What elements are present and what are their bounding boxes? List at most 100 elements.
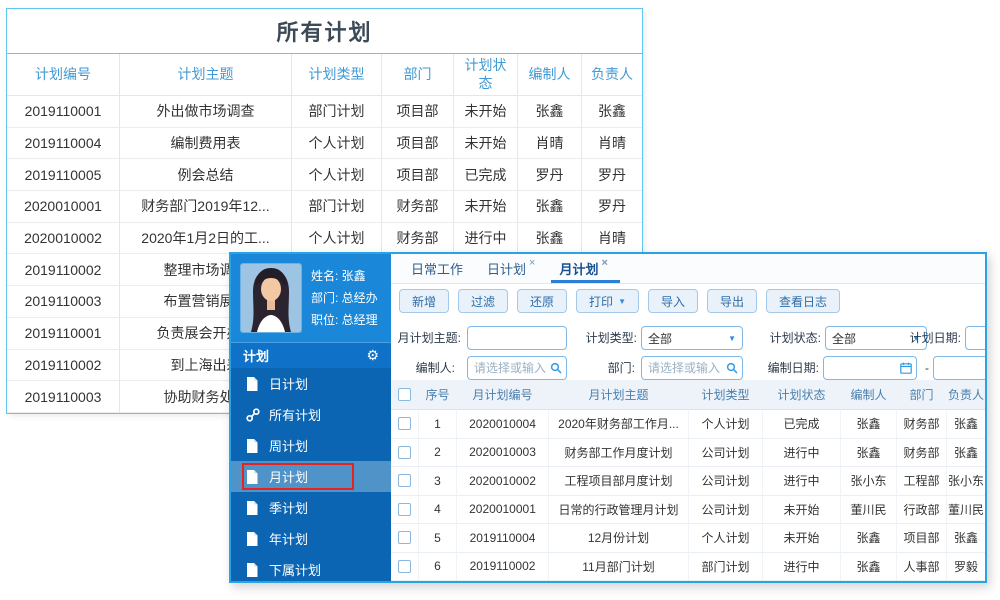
table-row[interactable]: 5 2019110004 12月份计划 个人计划 未开始 张鑫 项目部 张鑫: [391, 524, 985, 553]
tab-daily-work[interactable]: 日常工作: [401, 254, 477, 283]
table-row[interactable]: 3 2020010002 工程项目部月度计划 公司计划 进行中 张小东 工程部 …: [391, 467, 985, 496]
table-row[interactable]: 2019110004 编制费用表 个人计划 项目部 未开始 肖晴 肖晴: [7, 127, 642, 160]
sidebar-item-all-plans[interactable]: 所有计划: [231, 399, 391, 430]
tab-daily-plan[interactable]: 日计划: [477, 254, 549, 283]
plan-date-filter-label: 计划日期:: [909, 331, 961, 345]
row-checkbox[interactable]: [398, 474, 411, 488]
column-header: 序号: [419, 380, 457, 410]
profile-name: 姓名: 张鑫: [311, 269, 366, 283]
person-link[interactable]: 张小东: [947, 467, 985, 496]
main-panel: 日常工作 日计划 月计划 新增 过滤 还原 打印 导入 导出 查看日志: [391, 254, 985, 581]
table-row[interactable]: 1 2020010004 2020年财务部工作月... 个人计划 已完成 张鑫 …: [391, 410, 985, 439]
column-header: 负责人: [947, 380, 985, 410]
file-icon: [246, 500, 260, 515]
search-icon[interactable]: [550, 362, 562, 374]
plan-subject-link[interactable]: 财务部工作月度计划: [549, 438, 689, 467]
reset-button[interactable]: 还原: [517, 289, 568, 313]
sidebar-item-daily-plan[interactable]: 日计划: [231, 368, 391, 399]
subject-filter-input[interactable]: [467, 326, 567, 350]
row-checkbox[interactable]: [398, 502, 411, 516]
dept-filter-label: 部门:: [607, 361, 635, 375]
sidebar-item-monthly-plan[interactable]: 月计划: [231, 461, 391, 492]
plan-date-filter-input[interactable]: [965, 326, 985, 350]
plan-subject-link[interactable]: 2020年财务部工作月...: [549, 410, 689, 439]
row-checkbox[interactable]: [398, 417, 411, 431]
person-link[interactable]: 张鑫: [841, 524, 897, 553]
search-icon[interactable]: [726, 362, 738, 374]
table-row[interactable]: 6 2019110002 11月部门计划 部门计划 进行中 张鑫 人事部 罗毅: [391, 552, 985, 581]
created-date-from-input[interactable]: [823, 356, 917, 380]
plan-subject-link[interactable]: 11月部门计划: [549, 552, 689, 581]
close-icon[interactable]: [601, 257, 607, 269]
person-link[interactable]: 罗毅: [947, 553, 985, 581]
person-link[interactable]: 张鑫: [947, 524, 985, 553]
sidebar-item-yearly-plan[interactable]: 年计划: [231, 523, 391, 554]
status-filter-label: 计划状态:: [769, 331, 821, 345]
calendar-icon[interactable]: [900, 362, 912, 374]
close-icon[interactable]: [529, 257, 535, 269]
person-link[interactable]: 张鑫: [841, 410, 897, 439]
date-range-separator: -: [925, 361, 929, 375]
person-link[interactable]: 张鑫: [947, 410, 985, 439]
sidebar-section-plan: 计划 ⚙: [231, 342, 391, 368]
monthly-plan-window: 姓名: 张鑫 部门: 总经办 职位: 总经理 计划 ⚙ 日计划 所有计划 周计划…: [229, 252, 987, 583]
table-row[interactable]: 2 2020010003 财务部工作月度计划 公司计划 进行中 张鑫 财务部 张…: [391, 438, 985, 467]
table-row[interactable]: 2020010002 2020年1月2日的工... 个人计划 财务部 进行中 张鑫 肖晴: [7, 222, 642, 255]
sidebar-item-weekly-plan[interactable]: 周计划: [231, 430, 391, 461]
plan-subject-link[interactable]: 工程项目部月度计划: [549, 467, 689, 496]
import-button[interactable]: 导入: [647, 289, 698, 313]
person-link[interactable]: 董川民: [841, 495, 897, 524]
dept-filter-search[interactable]: [641, 356, 743, 380]
table-row[interactable]: 2019110005 例会总结 个人计划 项目部 已完成 罗丹 罗丹: [7, 159, 642, 192]
type-filter-select[interactable]: 全部: [641, 326, 743, 350]
print-button[interactable]: 打印: [576, 289, 639, 313]
sidebar-item-subordinate-plan[interactable]: 下属计划: [231, 554, 391, 581]
file-icon: [246, 376, 260, 391]
date-input[interactable]: [830, 361, 900, 375]
plan-subject-link[interactable]: 日常的行政管理月计划: [549, 495, 689, 524]
column-header: 计划类型: [689, 380, 763, 410]
person-link[interactable]: 董川民: [947, 496, 985, 524]
sidebar-item-quarterly-plan[interactable]: 季计划: [231, 492, 391, 523]
table-row[interactable]: 4 2020010001 日常的行政管理月计划 公司计划 未开始 董川民 行政部…: [391, 495, 985, 524]
row-checkbox[interactable]: [398, 445, 411, 459]
person-link[interactable]: 张鑫: [841, 438, 897, 467]
column-header: 计划主题: [120, 54, 292, 96]
column-header: 部门: [897, 380, 947, 410]
link-icon: [246, 407, 260, 422]
table-row[interactable]: 2020010001 财务部门2019年12... 部门计划 财务部 未开始 张鑫 罗丹: [7, 191, 642, 223]
profile-department: 部门: 总经办: [311, 291, 378, 305]
table-row[interactable]: 2019110001 外出做市场调查 部门计划 项目部 未开始 张鑫 张鑫: [7, 96, 642, 128]
tab-monthly-plan[interactable]: 月计划: [549, 254, 621, 283]
filter-button[interactable]: 过滤: [458, 289, 509, 313]
person-link[interactable]: 张鑫: [841, 552, 897, 581]
filter-panel: 月计划主题: 计划类型: 全部 计划状态: 全部 计划日期: 编制人:: [391, 318, 985, 380]
person-link[interactable]: 张鑫: [947, 439, 985, 467]
column-header: 负责人: [582, 54, 642, 96]
column-header: 编制人: [841, 380, 897, 410]
export-button[interactable]: 导出: [707, 289, 758, 313]
add-button[interactable]: 新增: [399, 289, 450, 313]
plan-id-link[interactable]: 2019110004: [457, 524, 549, 553]
plan-id-link[interactable]: 2020010004: [457, 410, 549, 439]
sidebar: 姓名: 张鑫 部门: 总经办 职位: 总经理 计划 ⚙ 日计划 所有计划 周计划…: [231, 254, 391, 581]
view-log-button[interactable]: 查看日志: [766, 289, 841, 313]
file-icon: [246, 438, 260, 453]
column-header: 计划类型: [292, 54, 382, 96]
gear-icon[interactable]: ⚙: [366, 347, 379, 364]
plan-id-link[interactable]: 2020010002: [457, 467, 549, 496]
row-checkbox[interactable]: [398, 531, 411, 545]
person-link[interactable]: 张小东: [841, 467, 897, 496]
plan-id-link[interactable]: 2020010001: [457, 495, 549, 524]
dept-search-input[interactable]: [648, 361, 726, 375]
creator-search-input[interactable]: [474, 361, 550, 375]
created-date-to-input[interactable]: [933, 356, 985, 380]
screen: 所有计划 计划编号 计划主题 计划类型 部门 计划状态 编制人 负责人 2019…: [0, 0, 1000, 600]
column-header: 月计划编号: [457, 380, 549, 410]
plan-id-link[interactable]: 2020010003: [457, 438, 549, 467]
plan-subject-link[interactable]: 12月份计划: [549, 524, 689, 553]
row-checkbox[interactable]: [398, 559, 411, 573]
creator-filter-search[interactable]: [467, 356, 567, 380]
plan-id-link[interactable]: 2019110002: [457, 552, 549, 581]
select-all-checkbox[interactable]: [398, 388, 411, 401]
